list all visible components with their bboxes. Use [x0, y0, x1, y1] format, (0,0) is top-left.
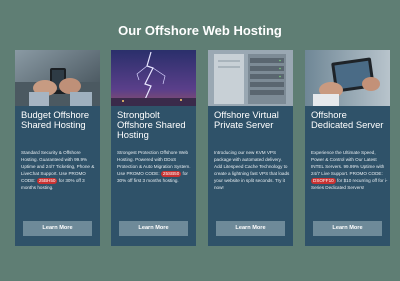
server-rack-image [208, 50, 293, 106]
card-description: Introducing our new KVM VPS package with… [214, 149, 291, 191]
learn-more-button[interactable]: Learn More [119, 221, 188, 236]
learn-more-button[interactable]: Learn More [23, 221, 92, 236]
page-title: Our Offshore Web Hosting [118, 23, 282, 38]
hosting-cards: Budget Offshore Shared Hosting Standard … [15, 50, 390, 246]
card-offshore-dedicated-server: Offshore Dedicated Server Experience the… [305, 50, 390, 246]
card-description-text: Experience the Ultimate Speed, Power & C… [311, 150, 385, 176]
promo-code-badge: 25SB50 [160, 171, 182, 177]
promo-code-badge: DSOFF10 [311, 178, 336, 184]
learn-more-button[interactable]: Learn More [216, 221, 285, 236]
card-title: Offshore Virtual Private Server [214, 109, 279, 130]
card-strongbolt-shared-hosting: Strongbolt Offshore Shared Hosting Stron… [111, 50, 196, 246]
card-description-text: Introducing our new KVM VPS package with… [214, 150, 290, 190]
tablet-in-hands-image [305, 50, 390, 106]
promo-code-badge: 25BH50 [36, 178, 58, 184]
card-budget-shared-hosting: Budget Offshore Shared Hosting Standard … [15, 50, 100, 246]
card-offshore-vps: Offshore Virtual Private Server Introduc… [208, 50, 293, 246]
phone-in-hands-image [15, 50, 100, 106]
card-title: Strongbolt Offshore Shared Hosting [117, 109, 186, 140]
learn-more-button[interactable]: Learn More [313, 221, 382, 236]
card-description: Strongest Protection Offshore Web Hostin… [117, 149, 194, 184]
card-description: Standard Security & Offshore Hosting. Gu… [21, 149, 98, 191]
card-description: Experience the Ultimate Speed, Power & C… [311, 149, 388, 191]
card-title: Offshore Dedicated Server [311, 109, 384, 130]
card-title: Budget Offshore Shared Hosting [21, 109, 90, 130]
lightning-storm-image [111, 50, 196, 106]
